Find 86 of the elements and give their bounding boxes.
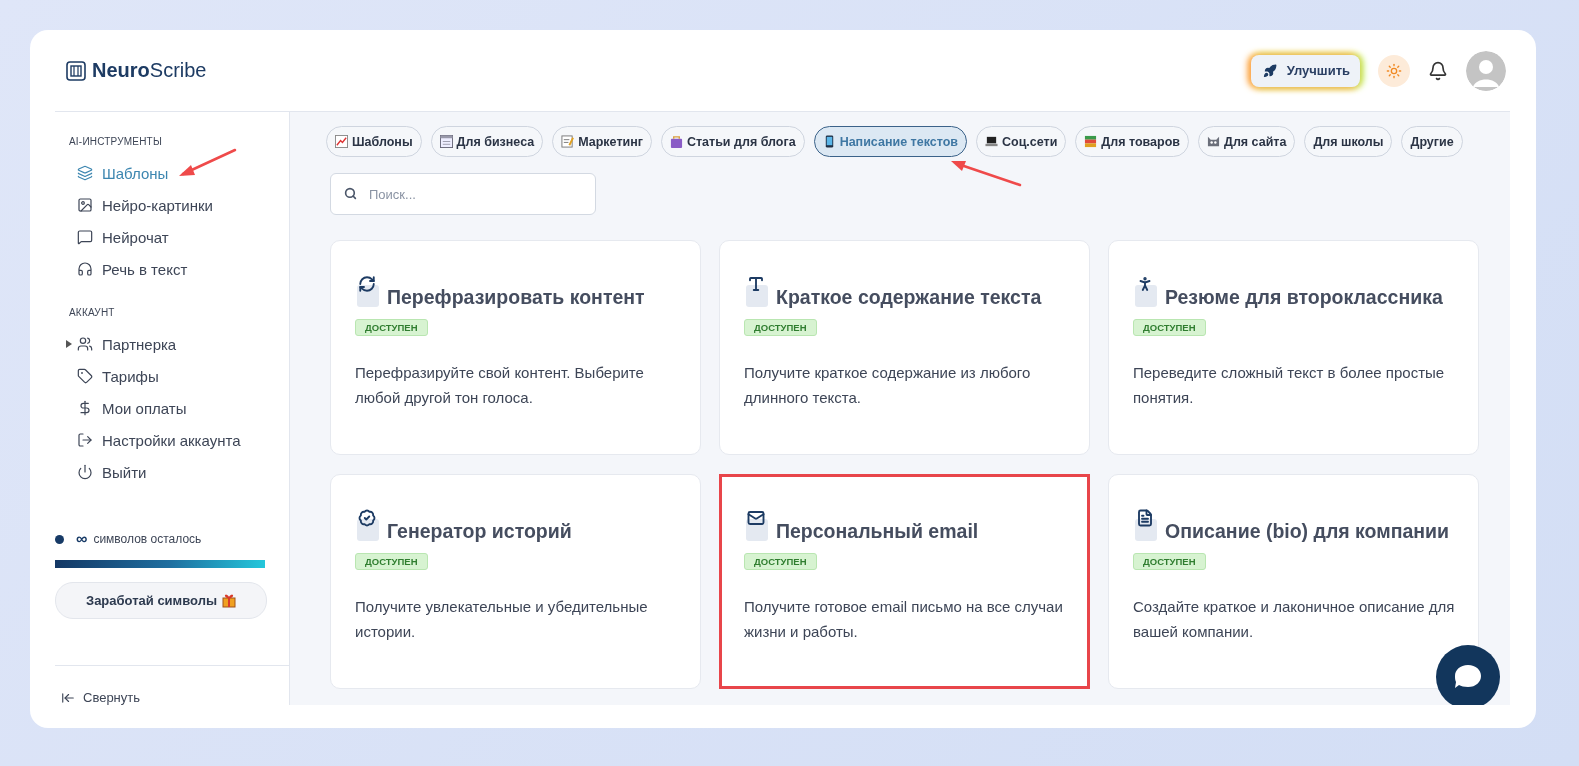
nav-icon	[77, 261, 93, 277]
chat-bubble-icon	[1453, 663, 1483, 691]
sidebar-item[interactable]: Нейрочат	[55, 221, 289, 253]
calendar-icon	[439, 135, 453, 148]
logo-text[interactable]: NeuroScribe	[92, 59, 207, 82]
notifications-button[interactable]	[1428, 60, 1448, 81]
category-tab[interactable]: Шаблоны	[326, 126, 422, 157]
card-description: Получите краткое содержание из любого длинного текста.	[744, 363, 1032, 408]
refresh-icon	[355, 275, 381, 309]
nav-icon	[77, 229, 93, 245]
theme-toggle[interactable]	[1378, 54, 1410, 87]
template-card[interactable]: Описание (bio) для компании ДОСТУПЕН Создайте краткое и лаконичное описание для вашей компании.	[1108, 474, 1479, 689]
template-card[interactable]: Перефразировать контент ДОСТУПЕН Перефразируйте свой контент. Выберите любой другой тон голоса.	[330, 240, 701, 455]
section-title: AI-ИНСТРУМЕНТЫ	[68, 136, 163, 147]
card-title: Описание (bio) для компании	[1165, 520, 1450, 543]
nav-icon	[77, 197, 93, 213]
sidebar-item[interactable]: Партнерка	[55, 328, 289, 360]
card-description: Перефразируйте свой контент. Выберите любой другой тон голоса.	[355, 363, 645, 408]
search-icon	[344, 187, 357, 200]
sidebar-item[interactable]: Тарифы	[55, 360, 289, 392]
sidebar-item[interactable]: Настройки аккаунта	[55, 424, 289, 456]
document-icon	[1133, 509, 1159, 543]
nav-icon	[77, 464, 93, 480]
status-badge: ДОСТУПЕН	[744, 319, 817, 336]
status-badge: ДОСТУПЕН	[1133, 319, 1206, 336]
bell-icon	[1428, 60, 1448, 81]
category-tab[interactable]: Соц.сети	[975, 126, 1067, 157]
upgrade-button[interactable]: Улучшить	[1250, 54, 1360, 87]
status-badge: ДОСТУПЕН	[1133, 553, 1206, 570]
rocket-icon	[1262, 63, 1277, 78]
card-description: Получите увлекательные и убедительные истории.	[355, 597, 649, 642]
status-badge: ДОСТУПЕН	[744, 553, 817, 570]
status-dot	[55, 534, 64, 544]
category-tab[interactable]: Для товаров	[1075, 126, 1189, 157]
template-card[interactable]: Резюме для второклассника ДОСТУПЕН Переведите сложный текст в более простые понятия.	[1108, 240, 1479, 455]
category-tab[interactable]: Маркетинг	[552, 126, 652, 157]
credits-label: символов осталось	[93, 532, 202, 546]
laptop-icon	[984, 135, 998, 148]
nav-icon	[77, 336, 93, 352]
nav-icon	[77, 165, 93, 181]
card-title: Персональный email	[776, 520, 979, 543]
gift-icon	[222, 593, 236, 608]
category-tab[interactable]: Статьи для блога	[660, 126, 805, 157]
nav-icon	[77, 368, 93, 384]
nav-icon	[77, 432, 93, 448]
memo-icon	[561, 135, 575, 148]
template-card[interactable]: Персональный email ДОСТУПЕН Получите готовое email письмо на все случаи жизни и работы.	[719, 474, 1090, 689]
card-title: Краткое содержание текста	[776, 286, 1042, 309]
category-tab[interactable]: Для сайта	[1198, 126, 1296, 157]
earn-button[interactable]: Заработай символы	[55, 582, 267, 619]
search-field[interactable]: Поиск...	[330, 173, 596, 215]
books-icon	[1084, 135, 1098, 148]
chart-icon	[335, 135, 348, 148]
collapse-button[interactable]: Свернуть	[55, 665, 289, 705]
category-tab[interactable]: Для школы	[1304, 126, 1393, 157]
infinity-count: ∞	[76, 530, 88, 548]
logo-icon	[66, 60, 86, 81]
sun-icon	[1386, 62, 1402, 79]
template-card[interactable]: Краткое содержание текста ДОСТУПЕН Получите краткое содержание из любого длинного текста.	[719, 240, 1090, 455]
badge-icon	[355, 509, 381, 543]
collapse-icon	[61, 690, 75, 705]
envelope-icon	[744, 509, 770, 543]
category-tab[interactable]: Написание текстов	[813, 126, 967, 157]
sidebar-item[interactable]: Речь в текст	[55, 253, 289, 285]
sidebar-item[interactable]: Мои оплаты	[55, 392, 289, 424]
nav-icon	[77, 400, 93, 416]
person-icon	[1133, 275, 1159, 309]
card-title: Перефразировать контент	[387, 286, 645, 309]
card-title: Генератор историй	[387, 520, 572, 543]
category-tab[interactable]: Для бизнеса	[430, 126, 544, 157]
template-card[interactable]: Генератор историй ДОСТУПЕН Получите увлекательные и убедительные истории.	[330, 474, 701, 689]
category-tab[interactable]: Другие	[1401, 126, 1463, 157]
card-description: Получите готовое email письмо на все случаи жизни и работы.	[744, 597, 1064, 642]
status-badge: ДОСТУПЕН	[355, 319, 428, 336]
card-title: Резюме для второклассника	[1165, 286, 1443, 309]
card-description: Переведите сложный текст в более простые понятия.	[1133, 363, 1446, 408]
status-badge: ДОСТУПЕН	[355, 553, 428, 570]
sidebar-item[interactable]: Шаблоны	[55, 157, 289, 189]
sidebar-item[interactable]: Выйти	[55, 456, 289, 488]
card-description: Создайте краткое и лаконичное описание для вашей компании.	[1133, 597, 1456, 642]
chat-button[interactable]	[1436, 645, 1500, 705]
cat-face-icon	[1207, 135, 1220, 148]
bag-icon	[669, 135, 683, 148]
section-title: АККАУНТ	[68, 307, 116, 318]
sidebar-item[interactable]: Нейро-картинки	[55, 189, 289, 221]
text-size-icon	[744, 275, 770, 309]
